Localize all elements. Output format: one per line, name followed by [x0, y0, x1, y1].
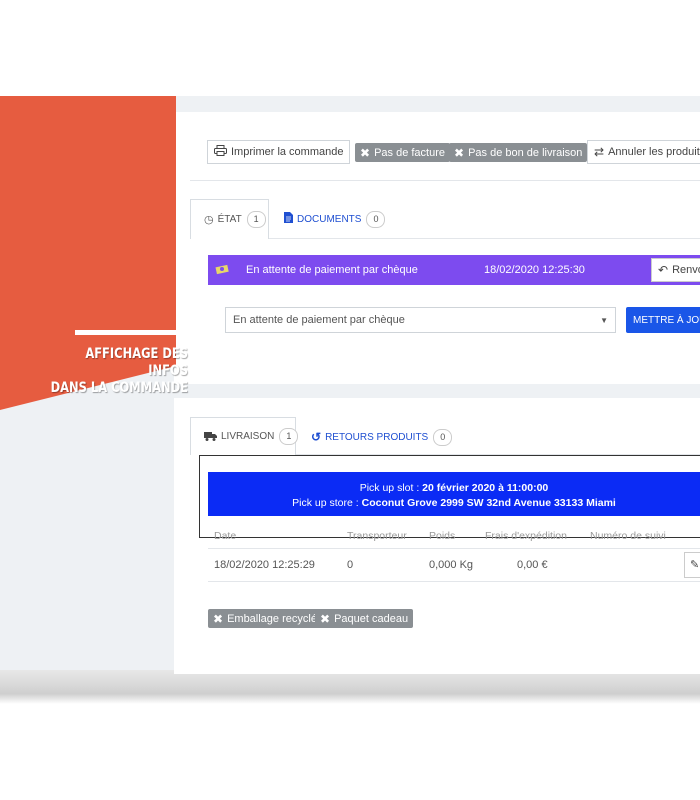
no-delivery-slip-label: Pas de bon de livraison: [468, 146, 583, 159]
undo-icon: ↺: [311, 430, 322, 444]
tab-documents-label: DOCUMENTS: [297, 213, 362, 225]
order-status-select-value: En attente de paiement par chèque: [233, 314, 405, 326]
column-header-tracking: Numéro de suivi: [590, 530, 666, 542]
tabs-underline: [269, 238, 700, 239]
no-invoice-button[interactable]: ✖ Pas de facture: [355, 143, 450, 162]
update-status-button[interactable]: METTRE À JOUR: [626, 307, 700, 333]
tab-documents[interactable]: DOCUMENTS 0: [284, 210, 386, 228]
print-order-button[interactable]: Imprimer la commande: [207, 140, 351, 164]
shipping-weight-cell: 0,000 Kg: [429, 559, 474, 571]
pickup-slot-value: 20 février 2020 à 11:00:00: [422, 482, 549, 494]
column-header-date: Date: [214, 530, 237, 542]
cancel-products-button[interactable]: ⇄ Annuler les produits: [587, 140, 700, 164]
top-blank: [0, 0, 700, 96]
pickup-info-box: Pick up slot : 20 février 2020 à 11:00:0…: [208, 472, 700, 516]
order-status-select[interactable]: En attente de paiement par chèque ▼: [225, 307, 616, 333]
update-status-label: METTRE À JOUR: [633, 314, 700, 326]
no-delivery-slip-button[interactable]: ✖ Pas de bon de livraison: [449, 143, 588, 162]
resend-email-button[interactable]: ↶ Renvoyer: [651, 258, 700, 282]
current-status-row: En attente de paiement par chèque 18/02/…: [208, 255, 700, 285]
current-status-date: 18/02/2020 12:25:30: [484, 264, 585, 276]
pickup-store-value: Coconut Grove 2999 SW 32nd Avenue 33133 …: [361, 497, 616, 509]
gift-wrap-button[interactable]: ✖ Paquet cadeau: [315, 609, 414, 628]
close-icon: ✖: [360, 145, 371, 160]
current-status-label: En attente de paiement par chèque: [246, 264, 418, 276]
tab-shipping-count: 1: [279, 428, 299, 445]
tab-status-label: ÉTAT: [217, 214, 242, 225]
truck-icon: [204, 430, 217, 444]
print-order-label: Imprimer la commande: [231, 146, 344, 158]
caret-down-icon: ▼: [600, 316, 608, 325]
recycled-packaging-label: Emballage recyclé: [227, 612, 317, 625]
gift-wrap-label: Paquet cadeau: [334, 612, 409, 625]
printer-icon: [214, 145, 227, 159]
divider: [190, 180, 700, 181]
cancel-products-label: Annuler les produits: [608, 146, 700, 158]
column-header-carrier: Transporteur: [347, 530, 407, 542]
shipping-date-cell: 18/02/2020 12:25:29: [214, 559, 315, 571]
promo-banner-line-1: AFFICHAGE DES INFOS: [85, 346, 188, 379]
edit-shipping-button[interactable]: ✎: [684, 552, 700, 578]
pencil-icon: ✎: [690, 559, 700, 571]
close-icon: ✖: [213, 611, 224, 626]
file-icon: [284, 212, 293, 226]
pickup-slot-line: Pick up slot : 20 février 2020 à 11:00:0…: [208, 482, 700, 494]
bottom-shadow: [0, 670, 700, 704]
shipping-carrier-cell: 0: [347, 559, 354, 571]
pickup-store-line: Pick up store : Coconut Grove 2999 SW 32…: [208, 497, 700, 509]
tab-status-count: 1: [246, 211, 266, 228]
clock-icon: ◷: [204, 214, 214, 226]
exchange-icon: ⇄: [594, 145, 605, 159]
promo-banner-line-2: DANS LA COMMANDE: [50, 380, 188, 396]
money-icon: [215, 263, 229, 278]
reply-icon: ↶: [658, 263, 669, 277]
tab-returns-count: 0: [433, 428, 453, 446]
pickup-store-label: Pick up store :: [292, 497, 362, 509]
table-row-divider: [208, 581, 700, 582]
tab-documents-count: 0: [366, 210, 386, 228]
resend-email-label: Renvoyer: [672, 264, 700, 276]
tab-shipping-label: LIVRAISON: [221, 431, 275, 442]
column-header-weight: Poids: [429, 530, 456, 542]
tab-returns-label: RETOURS PRODUITS: [325, 431, 429, 443]
tab-returns[interactable]: ↺ RETOURS PRODUITS 0: [311, 428, 453, 446]
table-header-divider: [208, 548, 700, 549]
shipping-cost-cell: 0,00 €: [517, 559, 548, 571]
tab-shipping[interactable]: LIVRAISON 1: [190, 417, 299, 455]
promo-banner-rule: [75, 330, 181, 335]
close-icon: ✖: [454, 145, 465, 160]
recycled-packaging-button[interactable]: ✖ Emballage recyclé: [208, 609, 322, 628]
close-icon: ✖: [320, 611, 331, 626]
tab-status[interactable]: ◷ ÉTAT 1: [190, 199, 269, 239]
promo-banner-text: AFFICHAGE DES INFOS DANS LA COMMANDE: [42, 346, 188, 397]
no-invoice-label: Pas de facture: [374, 146, 445, 159]
column-header-shipping-cost: Frais d'expédition: [485, 530, 567, 542]
pickup-slot-label: Pick up slot :: [359, 482, 423, 494]
